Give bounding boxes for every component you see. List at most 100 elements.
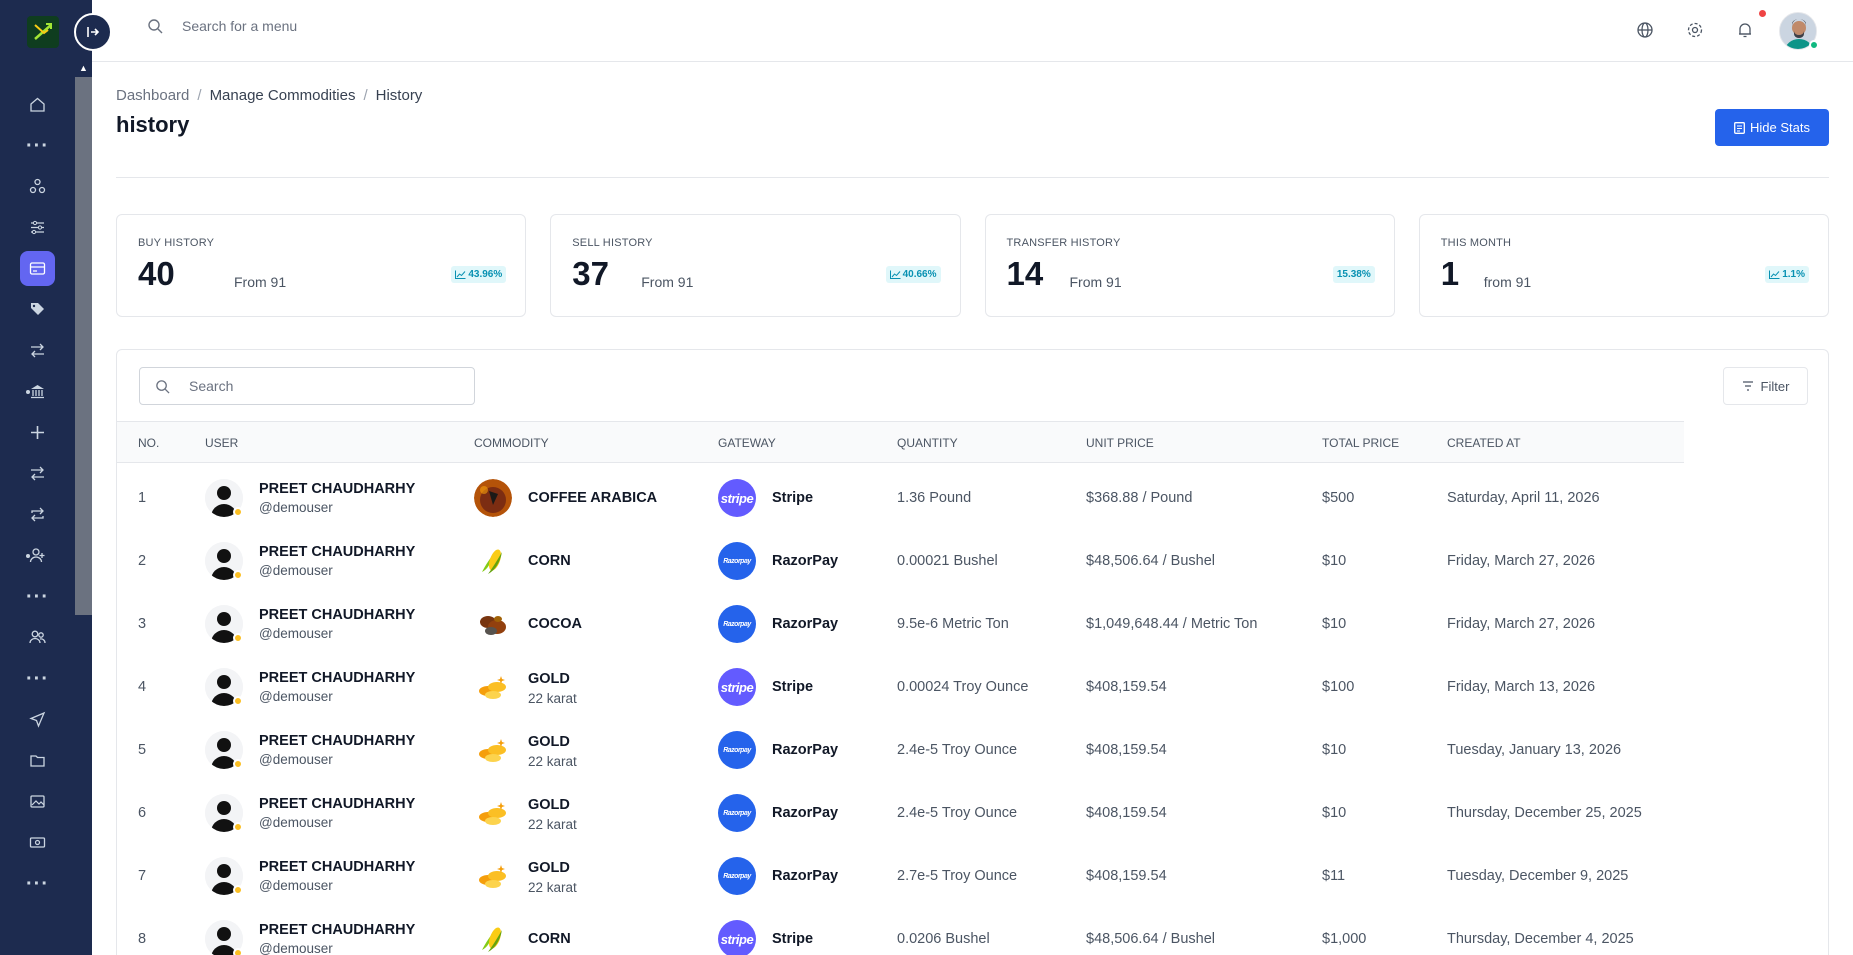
quantity: 0.00024 Troy Ounce [897,679,1029,695]
column-header[interactable]: UNIT PRICE [1086,436,1154,450]
breadcrumb-history: History [375,87,423,104]
stat-card: THIS MONTH 1 from 91 1.1% [1418,214,1829,317]
sidebar-item-bank[interactable] [0,371,75,412]
menu-search-input[interactable] [182,18,482,34]
stat-card: SELL HISTORY 37 From 91 40.66% [550,214,961,317]
user-handle: @demouser [259,626,333,641]
user-handle: @demouser [259,689,333,704]
user-name[interactable]: PREET CHAUDHARHY [259,859,415,875]
user-name[interactable]: PREET CHAUDHARHY [259,670,415,686]
stat-label: TRANSFER HISTORY [1006,237,1121,249]
app-logo[interactable] [27,16,59,48]
created-at: Friday, March 27, 2026 [1447,553,1596,569]
sidebar-scrollbar[interactable] [75,60,92,615]
unit-price: $408,159.54 [1086,742,1167,758]
row-number: 1 [138,490,147,506]
notification-dot [1759,10,1766,17]
stripe-logo-icon: stripe [718,479,756,517]
user-name[interactable]: PREET CHAUDHARHY [259,607,415,623]
more-dots-icon: ··· [26,667,49,690]
chart-line-icon [1769,270,1780,279]
table-row[interactable]: 8 PREET CHAUDHARHY @demouser CORN stripe Stri… [117,906,1684,955]
user-handle: @demouser [259,752,333,767]
unit-price: $48,506.64 / Bushel [1086,553,1215,569]
sidebar-item-plus[interactable] [0,412,75,453]
row-number: 8 [138,931,147,947]
plus-icon [31,426,44,439]
gateway-name: Stripe [772,490,814,506]
sidebar-item-send[interactable] [0,699,75,740]
commodity-purity: 22 karat [528,880,577,895]
user-name[interactable]: PREET CHAUDHARHY [259,544,415,560]
column-header[interactable]: NO. [138,436,159,450]
sidebar-item-cash[interactable] [0,822,75,863]
sidebar-item-transfer[interactable] [0,330,75,371]
user-name[interactable]: PREET CHAUDHARHY [259,796,415,812]
sidebar-item-more-dots[interactable]: ··· [0,863,75,904]
user-handle: @demouser [259,815,333,830]
table-header: NO. USER COMMODITY GATEWAY QUANTITY UNIT… [117,421,1684,463]
sidebar-item-exchange[interactable] [0,453,75,494]
sidebar-item-repeat[interactable] [0,494,75,535]
sidebar-item-more-dots[interactable]: ··· [0,658,75,699]
hide-stats-button[interactable]: Hide Stats [1715,109,1829,146]
user-handle: @demouser [259,500,333,515]
sidebar-toggle-button[interactable] [74,13,112,51]
sidebar-item-more-dots[interactable]: ··· [0,576,75,617]
table-row[interactable]: 3 PREET CHAUDHARHY @demouser COCOA Razorpay R… [117,591,1684,653]
table-row[interactable]: 4 PREET CHAUDHARHY @demouser GOLD 22 karat st… [117,654,1684,716]
sidebar-item-more-dots[interactable]: ··· [0,125,75,166]
table-row[interactable]: 1 PREET CHAUDHARHY @demouser COFFEE ARABICA… [117,465,1684,527]
user-handle: @demouser [259,941,333,955]
sidebar-item-home[interactable] [0,84,75,125]
stat-label: SELL HISTORY [572,237,653,249]
sidebar-item-image[interactable] [0,781,75,822]
user-status-dot [233,696,243,706]
globe-icon[interactable] [1636,21,1654,39]
commodity-name: GOLD [528,797,570,813]
send-icon [29,711,46,728]
sidebar-item-sliders[interactable] [0,207,75,248]
sidebar-item-tags[interactable] [0,289,75,330]
table-search-input[interactable] [189,378,449,394]
home-icon [30,97,45,112]
table-row[interactable]: 2 PREET CHAUDHARHY @demouser CORN Razorpay Ra… [117,528,1684,590]
row-number: 3 [138,616,147,632]
column-header[interactable]: USER [205,436,238,450]
gold-icon [474,794,512,832]
table-row[interactable]: 7 PREET CHAUDHARHY @demouser GOLD 22 karat Ra… [117,843,1684,905]
sidebar-item-users[interactable] [0,617,75,658]
commodity-name: COFFEE ARABICA [528,490,658,506]
created-at: Thursday, December 4, 2025 [1447,931,1634,947]
total-price: $10 [1322,553,1347,569]
tags-icon [31,303,44,315]
bell-icon[interactable] [1736,21,1754,39]
user-status-dot [233,633,243,643]
scroll-up-arrow-icon[interactable]: ▲ [75,60,92,77]
column-header[interactable]: TOTAL PRICE [1322,436,1399,450]
unit-price: $48,506.64 / Bushel [1086,931,1215,947]
breadcrumb-dashboard[interactable]: Dashboard [116,87,189,104]
chart-area-icon [889,270,901,279]
gear-icon[interactable] [1686,21,1704,39]
breadcrumb-manage-commodities[interactable]: Manage Commodities [210,87,356,104]
sidebar-item-folder[interactable] [0,740,75,781]
filter-button[interactable]: Filter [1723,367,1808,405]
user-name[interactable]: PREET CHAUDHARHY [259,733,415,749]
sidebar-item-card[interactable] [0,248,75,289]
table-row[interactable]: 5 PREET CHAUDHARHY @demouser GOLD 22 karat Ra… [117,717,1684,779]
table-row[interactable]: 6 PREET CHAUDHARHY @demouser GOLD 22 karat Ra… [117,780,1684,842]
column-header[interactable]: QUANTITY [897,436,958,450]
transfer-icon [31,343,44,358]
sidebar-item-user-plus[interactable] [0,535,75,576]
sidebar-item-nodes[interactable] [0,166,75,207]
column-header[interactable]: CREATED AT [1447,436,1521,450]
row-number: 2 [138,553,147,569]
column-header[interactable]: GATEWAY [718,436,776,450]
user-name[interactable]: PREET CHAUDHARHY [259,922,415,938]
total-price: $10 [1322,616,1347,632]
total-price: $1,000 [1322,931,1367,947]
column-header[interactable]: COMMODITY [474,436,549,450]
user-name[interactable]: PREET CHAUDHARHY [259,481,415,497]
main-content: Dashboard / Manage Commodities / History his… [92,62,1853,955]
